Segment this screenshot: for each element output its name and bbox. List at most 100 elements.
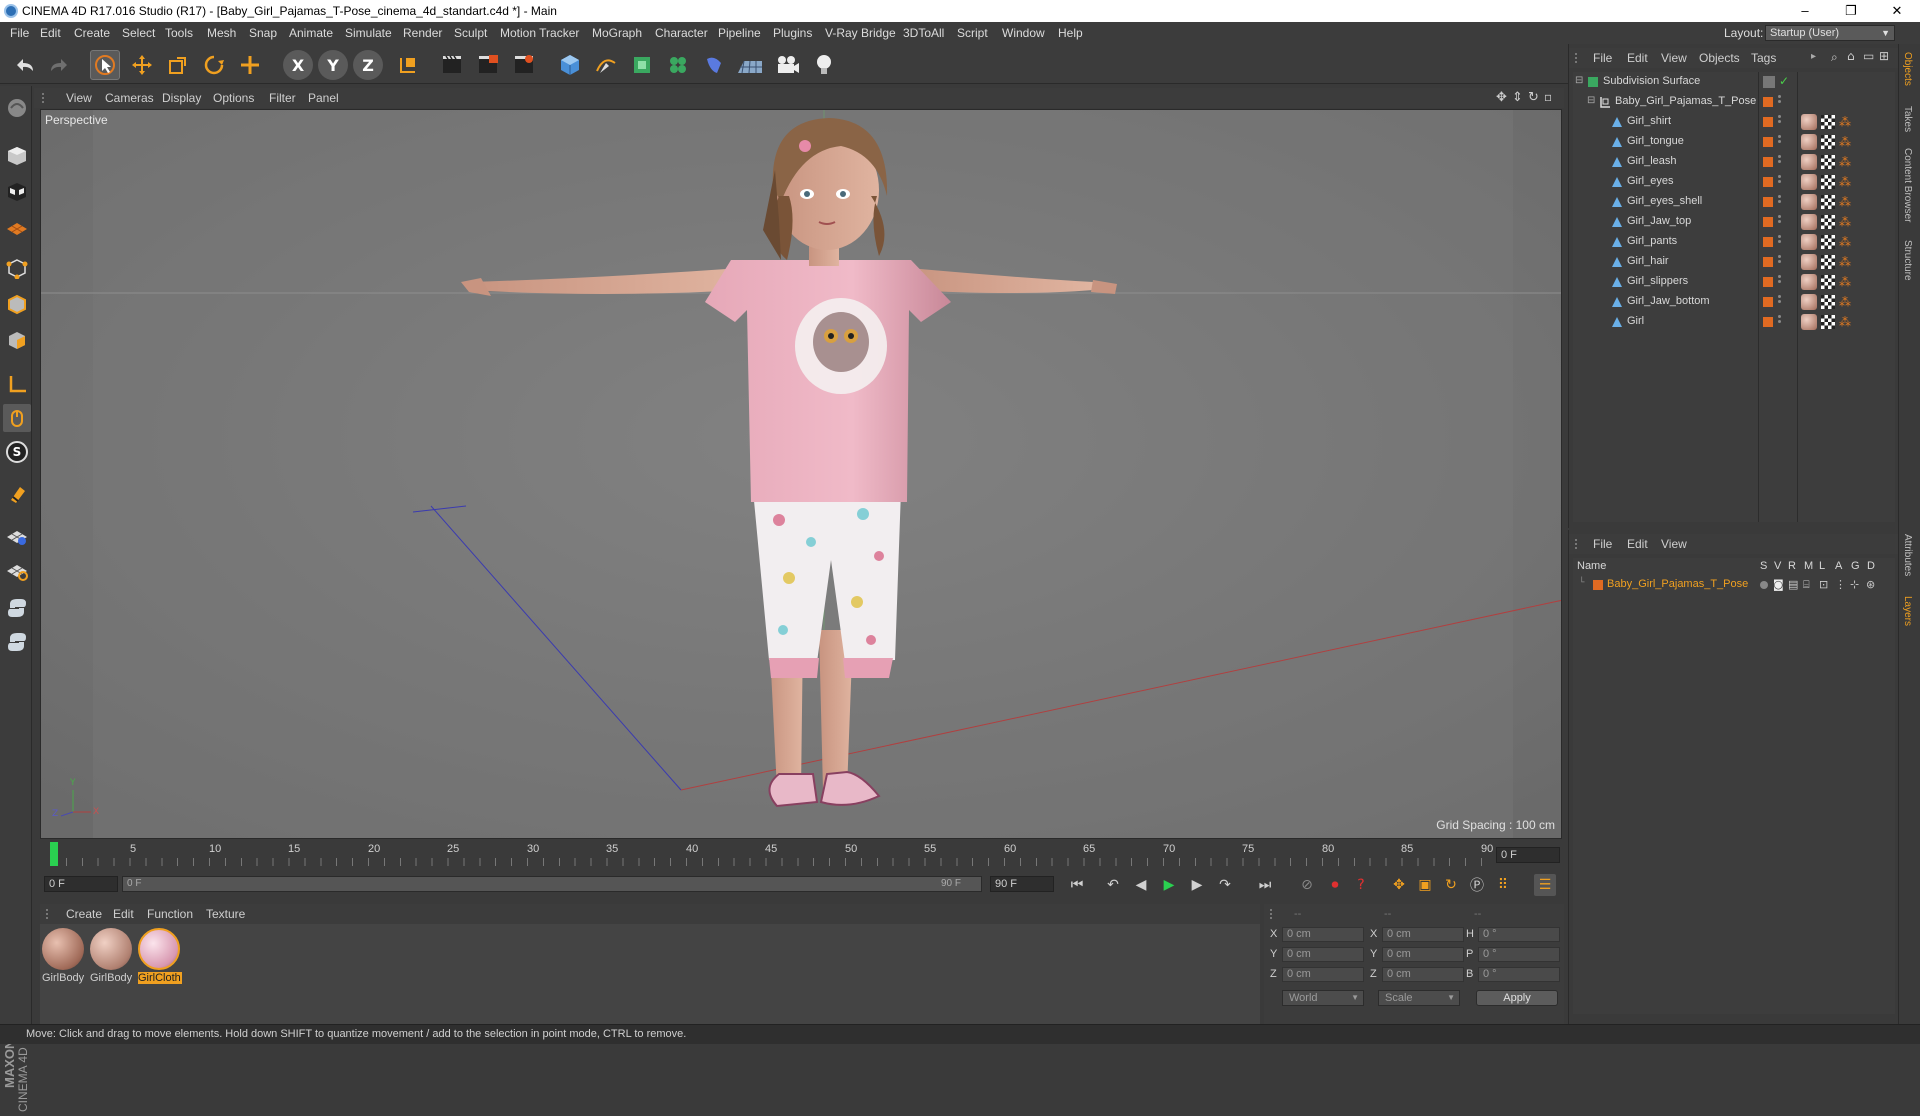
menu-pipeline[interactable]: Pipeline	[718, 26, 761, 40]
tab-objects[interactable]: Objects	[1902, 52, 1913, 86]
position-x-field[interactable]: 0 cm	[1282, 927, 1364, 942]
autokey-button[interactable]: ?	[1350, 874, 1372, 896]
transform-mode-dropdown[interactable]: Scale ▼	[1378, 990, 1460, 1006]
make-editable-button[interactable]	[3, 94, 31, 122]
uvw-tag-icon[interactable]	[1821, 235, 1835, 249]
layer-color-swatch[interactable]	[1593, 580, 1603, 590]
position-y-field[interactable]: 0 cm	[1282, 947, 1364, 962]
material-menu-edit[interactable]: Edit	[113, 907, 134, 921]
material-tag-icon[interactable]	[1801, 294, 1817, 310]
object-row[interactable]: Girl_Jaw_top ⁂	[1573, 212, 1895, 232]
scale-tool-button[interactable]	[163, 50, 193, 80]
om-menu-tags[interactable]: Tags	[1751, 51, 1776, 65]
om-menu-view[interactable]: View	[1661, 51, 1687, 65]
object-row[interactable]: Girl_eyes_shell ⁂	[1573, 192, 1895, 212]
visibility-dots-icon[interactable]	[1778, 195, 1782, 209]
render-settings-button[interactable]	[509, 50, 539, 80]
menu-help[interactable]: Help	[1058, 26, 1083, 40]
solo-button[interactable]: S	[3, 438, 31, 466]
viewport-menu-filter[interactable]: Filter	[269, 91, 296, 105]
animation-toggle-icon[interactable]: ⋮	[1835, 578, 1846, 591]
manager-toggle-icon[interactable]: ⌸	[1803, 578, 1810, 592]
visibility-dots-icon[interactable]	[1778, 275, 1782, 289]
material-tag-icon[interactable]	[1801, 114, 1817, 130]
lock-icon[interactable]: ⊡	[1819, 578, 1828, 591]
menu-sculpt[interactable]: Sculpt	[454, 26, 487, 40]
visibility-dots-icon[interactable]	[1778, 155, 1782, 169]
layer-color-swatch[interactable]	[1763, 97, 1773, 107]
viewport-menu-panel[interactable]: Panel	[308, 91, 339, 105]
object-row[interactable]: Girl_eyes ⁂	[1573, 172, 1895, 192]
object-row[interactable]: Girl_pants ⁂	[1573, 232, 1895, 252]
rotation-b-field[interactable]: 0 °	[1478, 967, 1560, 982]
rotation-p-field[interactable]: 0 °	[1478, 947, 1560, 962]
weight-tag-icon[interactable]: ⁂	[1839, 135, 1853, 149]
move-tool-button[interactable]	[127, 50, 157, 80]
viewport-move-icon[interactable]: ✥	[1496, 90, 1507, 105]
layer-color-swatch[interactable]	[1763, 317, 1773, 327]
generators-toggle-icon[interactable]: ⊹	[1850, 578, 1859, 591]
select-tool-button[interactable]	[90, 50, 120, 80]
render-view-button[interactable]	[437, 50, 467, 80]
menu-animate[interactable]: Animate	[289, 26, 333, 40]
spline-pen-button[interactable]	[591, 50, 621, 80]
object-row[interactable]: Girl_tongue ⁂	[1573, 132, 1895, 152]
layer-color-swatch[interactable]	[1763, 217, 1773, 227]
lm-menu-file[interactable]: File	[1593, 537, 1612, 551]
position-z-field[interactable]: 0 cm	[1282, 967, 1364, 982]
menu-character[interactable]: Character	[655, 26, 708, 40]
menu-snap[interactable]: Snap	[249, 26, 277, 40]
perspective-viewport[interactable]: Perspective Grid Spacing : 100 cm Y Z X	[40, 109, 1562, 839]
material-tag-icon[interactable]	[1801, 134, 1817, 150]
rotate-tool-button[interactable]	[199, 50, 229, 80]
viewport-zoom-icon[interactable]: ⇕	[1512, 90, 1523, 105]
prev-key-button[interactable]: ↶	[1102, 874, 1124, 896]
material-tag-icon[interactable]	[1801, 194, 1817, 210]
menu-create[interactable]: Create	[74, 26, 110, 40]
layer-color-swatch[interactable]	[1763, 117, 1773, 127]
om-menu-objects[interactable]: Objects	[1699, 51, 1740, 65]
minimize-button[interactable]: –	[1782, 0, 1828, 22]
uvw-tag-icon[interactable]	[1821, 115, 1835, 129]
object-row[interactable]: Girl_shirt ⁂	[1573, 112, 1895, 132]
rotation-h-field[interactable]: 0 °	[1478, 927, 1560, 942]
uvw-tag-icon[interactable]	[1821, 135, 1835, 149]
uvw-tag-icon[interactable]	[1821, 195, 1835, 209]
tab-layers[interactable]: Layers	[1902, 596, 1913, 626]
python-script-button[interactable]	[3, 594, 31, 622]
timeline-ruler[interactable]: 0 5 10 15 20 25 30 35 40 45 50 55 60 65 …	[40, 840, 1562, 870]
uvw-tag-icon[interactable]	[1821, 295, 1835, 309]
python-console-button[interactable]	[3, 628, 31, 656]
goto-end-button[interactable]: ⏭	[1254, 874, 1276, 896]
weight-tag-icon[interactable]: ⁂	[1839, 175, 1853, 189]
material-swatch[interactable]: GirlBody	[90, 928, 134, 984]
uvw-tag-icon[interactable]	[1821, 175, 1835, 189]
new-view-icon[interactable]: ▭	[1863, 49, 1874, 63]
size-y-field[interactable]: 0 cm	[1382, 947, 1464, 962]
weight-tag-icon[interactable]: ⁂	[1839, 115, 1853, 129]
object-row[interactable]: ⊟ Baby_Girl_Pajamas_T_Pose	[1573, 92, 1895, 112]
size-x-field[interactable]: 0 cm	[1382, 927, 1464, 942]
menu-mograph[interactable]: MoGraph	[592, 26, 642, 40]
viewport-menu-view[interactable]: View	[66, 91, 92, 105]
menu-tools[interactable]: Tools	[165, 26, 193, 40]
uvw-tag-icon[interactable]	[1821, 255, 1835, 269]
workplane-button[interactable]	[3, 214, 31, 242]
snap-grid-button[interactable]	[3, 522, 31, 550]
apply-button[interactable]: Apply	[1476, 990, 1558, 1006]
uvw-tag-icon[interactable]	[1821, 315, 1835, 329]
tab-content-browser[interactable]: Content Browser	[1902, 148, 1913, 222]
uvw-tag-icon[interactable]	[1821, 155, 1835, 169]
material-tag-icon[interactable]	[1801, 214, 1817, 230]
menu-script[interactable]: Script	[957, 26, 988, 40]
tab-attributes[interactable]: Attributes	[1902, 534, 1913, 576]
uvw-tag-icon[interactable]	[1821, 275, 1835, 289]
weight-tag-icon[interactable]: ⁂	[1839, 275, 1853, 289]
deformers-toggle-icon[interactable]: ⊛	[1866, 578, 1875, 591]
frame-range-slider[interactable]: 0 F 90 F	[122, 876, 982, 892]
weight-tag-icon[interactable]: ⁂	[1839, 255, 1853, 269]
key-position-button[interactable]: ✥	[1388, 874, 1410, 896]
home-icon[interactable]: ⌂	[1847, 49, 1855, 63]
layer-color-swatch[interactable]	[1763, 257, 1773, 267]
tab-takes[interactable]: Takes	[1902, 106, 1913, 132]
